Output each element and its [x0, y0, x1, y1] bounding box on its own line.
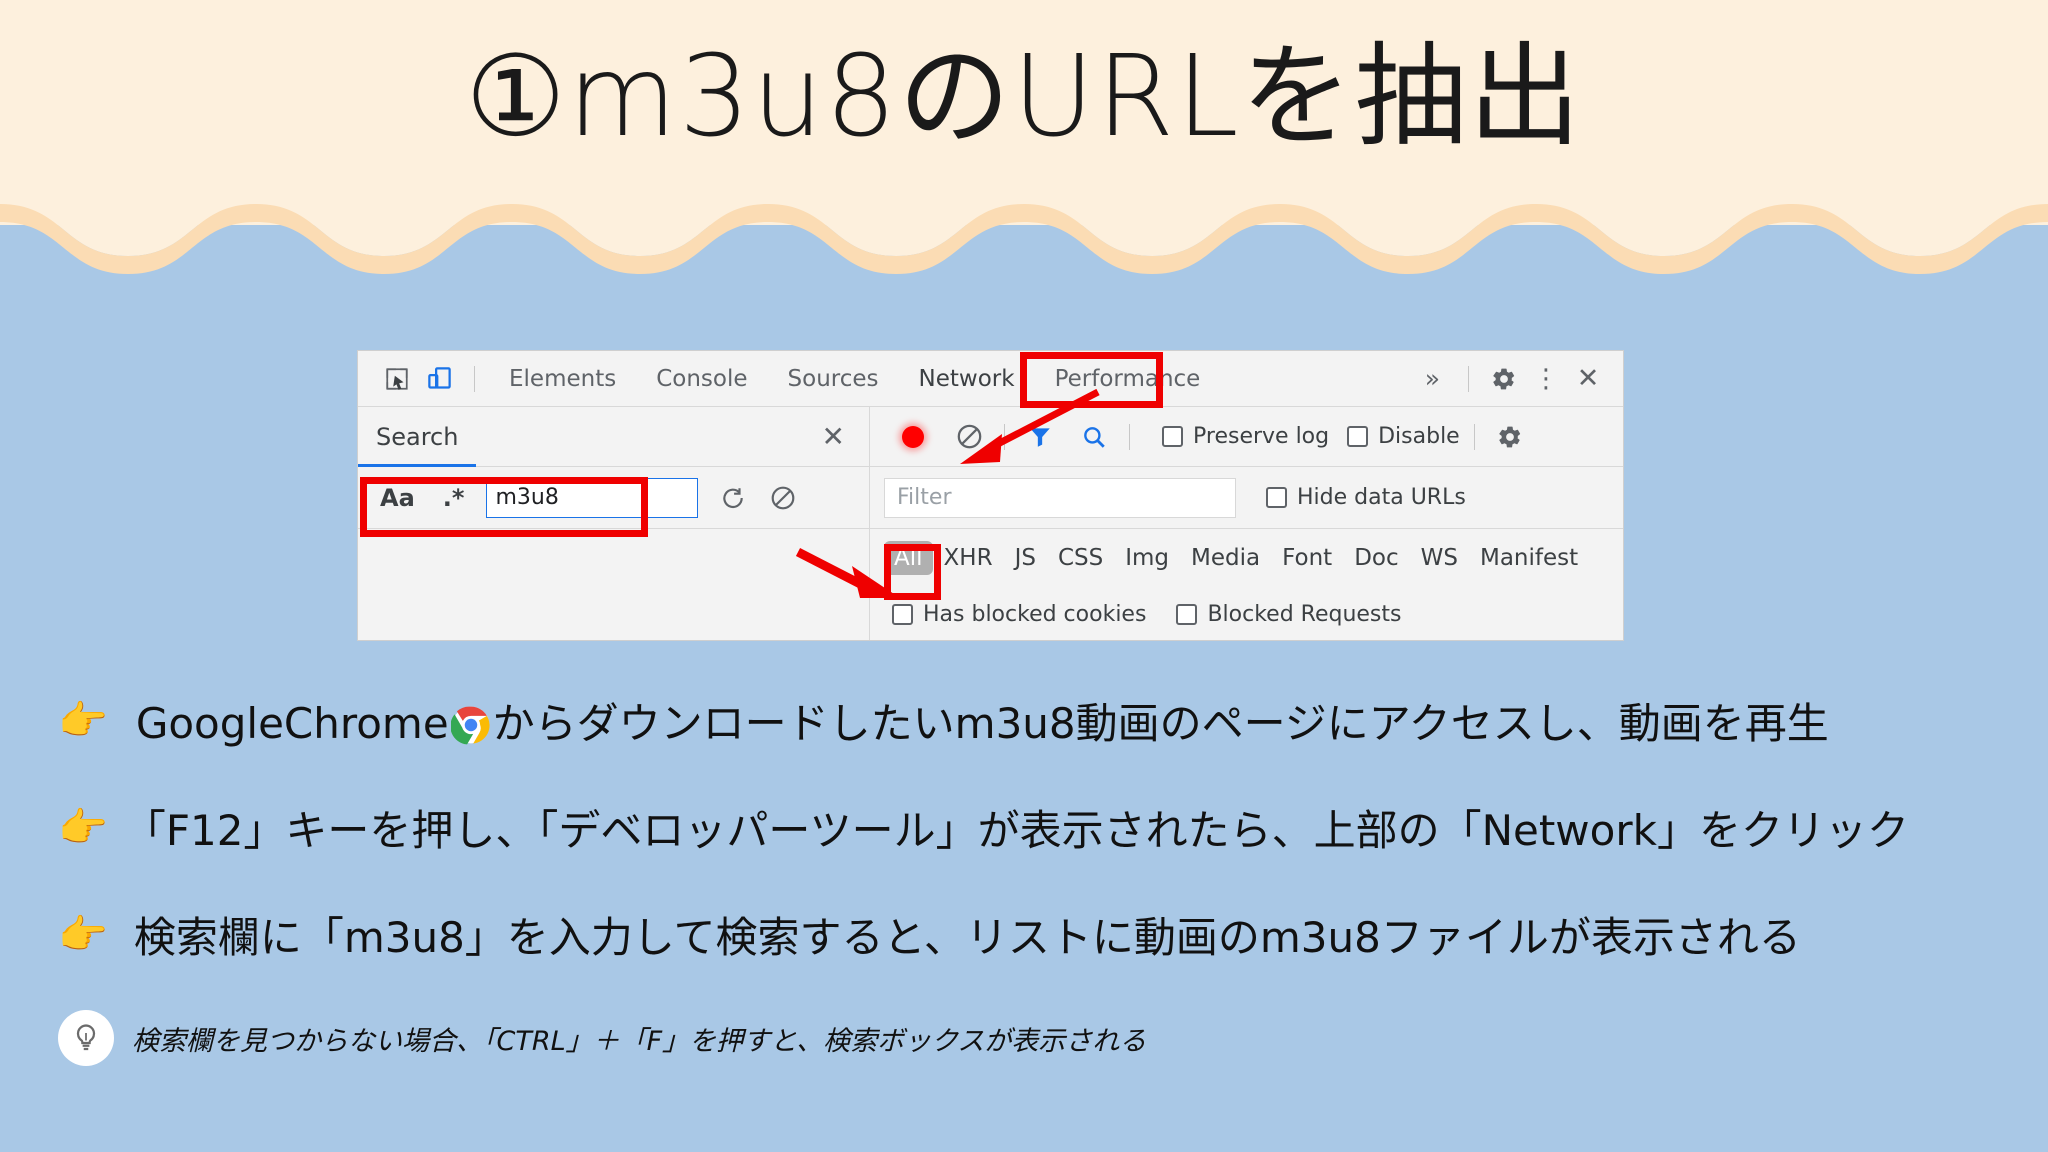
bullet-text-1: GoogleChrome からダウンロードしたいm3u8動画のページにアクセスし、…	[124, 690, 1829, 751]
page-title: ①m3u8のURLを抽出	[465, 32, 1583, 162]
disable-cache-checkbox[interactable]: Disable	[1347, 424, 1460, 449]
network-divider-2	[1129, 423, 1130, 450]
hide-data-urls-label: Hide data URLs	[1297, 485, 1466, 510]
bullet-text-2: 「F12」キーを押し、「デベロッパーツール」が表示されたら、上部の「Networ…	[123, 806, 1909, 855]
tip-text: 検索欄を見つからない場合、「CTRL」＋「F」を押すと、検索ボックスが表示される	[132, 1025, 1147, 1057]
wave-divider	[0, 170, 2048, 274]
list-item: 👉 検索欄に「m3u8」を入力して検索すると、リストに動画のm3u8ファイルが表…	[0, 904, 2048, 965]
bullet-1-after: からダウンロードしたいm3u8動画のページにアクセスし、動画を再生	[492, 699, 1829, 748]
has-blocked-cookies-label: Has blocked cookies	[923, 602, 1147, 627]
lightbulb-icon	[58, 1010, 114, 1066]
preserve-log-checkbox[interactable]: Preserve log	[1162, 424, 1329, 449]
has-blocked-cookies-checkbox[interactable]: Has blocked cookies	[892, 602, 1146, 627]
blocked-requests-box[interactable]	[1176, 604, 1198, 625]
type-filter-xhr[interactable]: XHR	[933, 545, 1004, 571]
annotation-box-search-input	[360, 477, 648, 537]
refresh-icon[interactable]	[712, 477, 754, 519]
type-filter-doc[interactable]: Doc	[1343, 545, 1409, 571]
hide-data-urls-box[interactable]	[1266, 487, 1287, 508]
search-panel-title: Search	[376, 422, 459, 451]
network-filter-bar: Filter Hide data URLs	[870, 467, 1623, 528]
preserve-log-label: Preserve log	[1193, 424, 1330, 449]
tab-elements[interactable]: Elements	[489, 366, 636, 392]
preserve-log-box[interactable]	[1162, 426, 1183, 447]
chrome-logo-icon	[450, 705, 491, 745]
overflow-chevron-icon[interactable]: »	[1411, 364, 1454, 393]
kebab-menu-icon[interactable]: ⋮	[1525, 358, 1567, 400]
network-filter-placeholder: Filter	[897, 485, 952, 510]
toolbar-divider-2	[1468, 365, 1469, 392]
tab-console[interactable]: Console	[636, 366, 767, 392]
type-filter-manifest[interactable]: Manifest	[1469, 545, 1589, 571]
disable-cache-label: Disable	[1378, 424, 1460, 449]
type-filter-js[interactable]: JS	[1004, 545, 1047, 571]
list-item: 👉 GoogleChrome からダウンロードしたいm3u8動画のページにアクセス…	[0, 690, 2048, 751]
search-clear-icon[interactable]	[762, 477, 804, 519]
devtools-row-blocked: Has blocked cookies Blocked Requests	[358, 587, 1623, 640]
network-settings-gear-icon[interactable]	[1489, 416, 1531, 458]
list-item: 👉 「F12」キーを押し、「デベロッパーツール」が表示されたら、上部の「Netw…	[0, 797, 2048, 858]
type-filter-img[interactable]: Img	[1114, 545, 1180, 571]
search-panel-header: Search ✕	[358, 407, 870, 467]
inspect-element-icon[interactable]	[376, 358, 418, 400]
search-close-icon[interactable]: ✕	[822, 422, 845, 451]
type-filter-ws[interactable]: WS	[1410, 545, 1469, 571]
blocked-requests-checkbox[interactable]: Blocked Requests	[1176, 602, 1401, 627]
bullet-1-before: GoogleChrome	[135, 699, 449, 748]
annotation-arrow-to-search	[960, 388, 1100, 464]
blocked-options-bar: Has blocked cookies Blocked Requests	[870, 587, 1623, 640]
record-icon[interactable]	[892, 416, 934, 458]
device-toolbar-icon[interactable]	[418, 358, 460, 400]
resource-type-filters: All XHR JS CSS Img Media Font Doc WS Man…	[870, 529, 1623, 587]
pointing-hand-icon: 👉	[58, 805, 108, 850]
network-divider-3	[1473, 423, 1475, 450]
devtools-row-type-filters: All XHR JS CSS Img Media Font Doc WS Man…	[358, 529, 1623, 587]
instruction-list: 👉 GoogleChrome からダウンロードしたいm3u8動画のページにアクセス…	[0, 690, 2048, 1011]
gear-icon[interactable]	[1483, 358, 1525, 400]
bullet-text-3: 検索欄に「m3u8」を入力して検索すると、リストに動画のm3u8ファイルが表示さ…	[133, 913, 1801, 962]
close-icon[interactable]: ✕	[1567, 358, 1609, 400]
annotation-arrow-to-all	[795, 547, 900, 598]
type-filter-media[interactable]: Media	[1180, 545, 1271, 571]
type-filter-font[interactable]: Font	[1271, 545, 1343, 571]
hide-data-urls-checkbox[interactable]: Hide data URLs	[1266, 485, 1466, 510]
tip-row: 検索欄を見つからない場合、「CTRL」＋「F」を押すと、検索ボックスが表示される	[58, 1010, 1146, 1066]
disable-cache-box[interactable]	[1347, 426, 1369, 447]
tab-sources[interactable]: Sources	[768, 366, 899, 392]
type-filter-css[interactable]: CSS	[1047, 545, 1114, 571]
toolbar-divider	[474, 365, 475, 392]
pointing-hand-icon: 👉	[58, 698, 108, 743]
pointing-hand-icon: 👉	[58, 912, 108, 957]
blocked-requests-label: Blocked Requests	[1207, 602, 1402, 627]
network-filter-input[interactable]: Filter	[884, 477, 1236, 518]
